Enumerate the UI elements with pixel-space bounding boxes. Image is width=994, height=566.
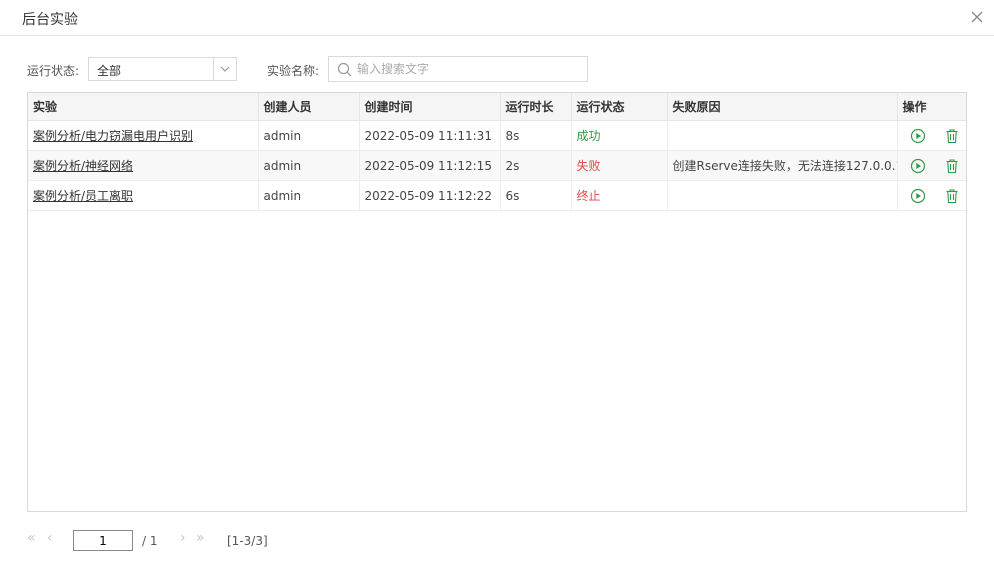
- status-cell: 终止: [571, 180, 668, 211]
- trash-icon[interactable]: [944, 128, 960, 144]
- status-select[interactable]: 全部: [88, 57, 237, 81]
- failure-reason-cell: [667, 180, 898, 211]
- table-row: 案例分析/电力窃漏电用户识别 admin 2022-05-09 11:11:31…: [28, 120, 966, 151]
- row-actions: [903, 158, 962, 174]
- table-header-row: 实验 创建人员 创建时间 运行时长 运行状态 失败原因 操作: [28, 93, 966, 121]
- search-icon: [337, 62, 352, 80]
- first-page-icon[interactable]: «: [27, 530, 36, 546]
- search-input[interactable]: [357, 60, 577, 78]
- creator-cell: admin: [258, 120, 360, 151]
- duration-cell: 2s: [500, 150, 572, 181]
- dialog-title: 后台实验: [22, 12, 78, 28]
- column-header-failure-reason[interactable]: 失败原因: [667, 93, 898, 121]
- run-icon[interactable]: [910, 188, 926, 204]
- column-header-duration[interactable]: 运行时长: [500, 93, 572, 121]
- run-icon[interactable]: [910, 158, 926, 174]
- table-row: 案例分析/员工离职 admin 2022-05-09 11:12:22 6s 终…: [28, 180, 966, 211]
- row-actions: [903, 188, 962, 204]
- prev-page-icon[interactable]: ‹: [47, 530, 53, 546]
- status-cell: 成功: [571, 120, 668, 151]
- column-header-status[interactable]: 运行状态: [571, 93, 668, 121]
- trash-icon[interactable]: [944, 158, 960, 174]
- creator-cell: admin: [258, 180, 360, 211]
- experiment-table: 实验 创建人员 创建时间 运行时长 运行状态 失败原因 操作 案例分析/电力窃漏…: [27, 92, 967, 512]
- record-range: [1-3/3]: [227, 534, 268, 548]
- row-actions: [903, 128, 962, 144]
- search-box[interactable]: [328, 56, 588, 82]
- pagination: « ‹ / 1 › » [1-3/3]: [27, 530, 427, 552]
- experiment-link[interactable]: 案例分析/员工离职: [33, 189, 133, 203]
- created-time-cell: 2022-05-09 11:12:15: [359, 150, 501, 181]
- failure-reason-cell: 创建Rserve连接失败，无法连接127.0.0.1:: [667, 150, 898, 181]
- status-filter-label: 运行状态:: [27, 64, 80, 78]
- table-row: 案例分析/神经网络 admin 2022-05-09 11:12:15 2s 失…: [28, 150, 966, 181]
- close-icon[interactable]: [968, 8, 986, 26]
- duration-cell: 6s: [500, 180, 572, 211]
- status-cell: 失败: [571, 150, 668, 181]
- last-page-icon[interactable]: »: [196, 530, 205, 546]
- total-pages: / 1: [142, 534, 158, 548]
- dialog-header: 后台实验: [0, 0, 994, 36]
- trash-icon[interactable]: [944, 188, 960, 204]
- column-header-actions: 操作: [897, 93, 966, 121]
- status-select-value: 全部: [97, 64, 122, 78]
- duration-cell: 8s: [500, 120, 572, 151]
- column-header-creator[interactable]: 创建人员: [258, 93, 360, 121]
- created-time-cell: 2022-05-09 11:12:22: [359, 180, 501, 211]
- experiment-link[interactable]: 案例分析/电力窃漏电用户识别: [33, 129, 193, 143]
- column-header-experiment[interactable]: 实验: [28, 93, 259, 121]
- column-header-created-time[interactable]: 创建时间: [359, 93, 501, 121]
- experiment-link[interactable]: 案例分析/神经网络: [33, 159, 133, 173]
- next-page-icon[interactable]: ›: [180, 530, 186, 546]
- run-icon[interactable]: [910, 128, 926, 144]
- chevron-down-icon[interactable]: [213, 58, 236, 80]
- created-time-cell: 2022-05-09 11:11:31: [359, 120, 501, 151]
- failure-reason-cell: [667, 120, 898, 151]
- page-number-input[interactable]: [73, 530, 133, 551]
- creator-cell: admin: [258, 150, 360, 181]
- name-filter-label: 实验名称:: [267, 64, 320, 78]
